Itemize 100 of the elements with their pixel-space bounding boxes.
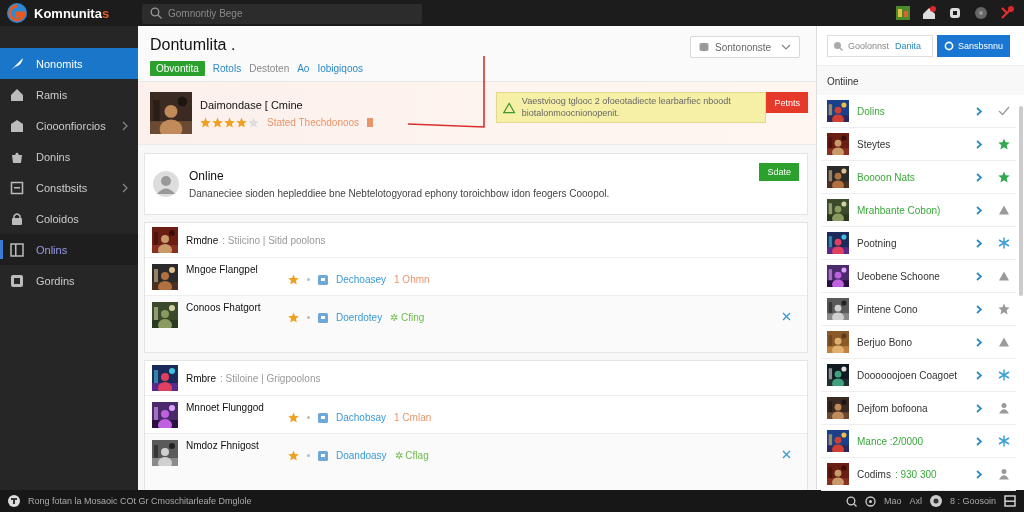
tab[interactable]: Iobigiqoos (317, 61, 364, 76)
chevron-icon[interactable] (976, 106, 982, 116)
star-icon (288, 274, 299, 285)
close-icon[interactable] (782, 450, 791, 459)
chat-icon (318, 412, 328, 423)
sidebar-item[interactable]: Onlins (0, 234, 138, 265)
home-icon[interactable] (922, 6, 936, 20)
warning-text: Vaestvioog tglooc 2 ofoeotadiecte learbarfiec nboodt biotalonmoocnionopenit. (521, 96, 732, 120)
section-heading: Ontiine (817, 66, 1024, 95)
close-icon[interactable] (782, 312, 791, 321)
star-icon (288, 412, 299, 423)
contact-item[interactable]: Dejfom bofoona (821, 392, 1016, 425)
sidebar-item[interactable]: Donins (0, 141, 138, 172)
contact-item[interactable]: Steytes (821, 128, 1016, 161)
chevron-icon[interactable] (976, 370, 982, 380)
contact-name: Ueobene Schoone (857, 270, 941, 282)
circle-icon[interactable] (864, 495, 876, 507)
item-name: Nmdoz Fhnigost (186, 440, 260, 451)
building-icon (10, 118, 24, 133)
contact-name: Dolins (857, 105, 886, 117)
avatar (153, 171, 179, 197)
app-tile-icon[interactable] (896, 6, 910, 20)
chevron-icon[interactable] (976, 238, 982, 248)
chevron-icon[interactable] (976, 403, 982, 413)
contact-item[interactable]: Berjuo Bono (821, 326, 1016, 359)
status-text: Rong fotan la Mosaoic COt Gr Cmoschitarleafe Dmglole (28, 496, 252, 506)
columns-icon (10, 242, 24, 257)
status-note: Stated Thechdonoos (267, 116, 360, 128)
sort-dropdown[interactable]: Sontononste (690, 36, 800, 58)
item-title: Daimondase [ Cmine (200, 98, 304, 111)
star-icon (288, 312, 299, 323)
contact-item[interactable]: Mance :2/0000 (821, 425, 1016, 458)
contact-item[interactable]: Ueobene Schoone (821, 260, 1016, 293)
item-link[interactable]: Doandoasy (336, 450, 387, 461)
item-name: Conoos Fhatgort (186, 302, 262, 313)
contact-name: Pootning (857, 237, 898, 249)
scrollbar[interactable] (1019, 106, 1023, 296)
search-icon (943, 41, 954, 51)
warning-icon (503, 100, 516, 115)
contact-item[interactable]: Pootning (821, 227, 1016, 260)
sidebar-item[interactable]: Nonomits (0, 48, 138, 79)
page-title: Dontumlita . (150, 36, 237, 54)
chevron-icon[interactable] (976, 172, 982, 182)
item-note: ✲ Cflag (394, 450, 429, 461)
card-title: Online (189, 169, 225, 183)
tab[interactable]: Obvontita (150, 61, 205, 76)
contact-item[interactable]: Boooon Nats (821, 161, 1016, 194)
group-title: Rmdne (186, 234, 219, 246)
chevron-icon[interactable] (976, 205, 982, 215)
home-icon (10, 87, 24, 102)
sidebar-item[interactable]: Ramis (0, 79, 138, 110)
chevron-icon[interactable] (976, 139, 982, 149)
contact-name: Steytes (857, 138, 892, 150)
chevron-icon[interactable] (976, 436, 982, 446)
panel-icon[interactable] (1004, 495, 1016, 507)
sidebar-item[interactable]: Gordins (0, 265, 138, 296)
item-note: 1 Cmlan (394, 412, 432, 423)
contact-name: Boooon Nats (857, 171, 916, 183)
contact-item[interactable]: Dolins (821, 95, 1016, 128)
filter-link[interactable]: Danita (895, 41, 921, 51)
caret-icon (781, 44, 791, 50)
star-icon (288, 450, 299, 461)
sidebar-item[interactable]: Coloidos (0, 203, 138, 234)
item-link[interactable]: Doerdotey (336, 312, 383, 323)
circle-icon[interactable] (974, 6, 988, 20)
contact-item[interactable]: Doooooojoen Coagoet (821, 359, 1016, 392)
square-icon (10, 273, 24, 288)
search-icon (833, 41, 843, 51)
item-link[interactable]: Dechoasey (336, 274, 387, 285)
search-button[interactable]: Sansbsnnu (936, 35, 1010, 57)
item-link[interactable]: Dachobsay (336, 412, 387, 423)
sort-icon (699, 42, 709, 52)
chat-icon (318, 450, 328, 461)
contact-item[interactable]: Mrahbante Cobon) (821, 194, 1016, 227)
group-subtitle: : Stiloine | Grigpoolons (220, 372, 321, 384)
chevron-icon[interactable] (976, 304, 982, 314)
chevron-icon[interactable] (976, 271, 982, 281)
chevron-icon[interactable] (976, 337, 982, 347)
group-subtitle: : Stiicino | Sitid poolons (222, 234, 326, 246)
item-name: Mngoe Flangpel (186, 264, 259, 275)
search-icon[interactable] (845, 495, 857, 507)
contact-name: Mance :2/0000 (857, 435, 925, 447)
chat-icon (318, 274, 328, 285)
search-field[interactable]: Gomnontiy Bege (142, 3, 422, 24)
app-name: Komnunitas (34, 5, 110, 21)
logo-icon (6, 2, 28, 24)
status-item: Mao (883, 496, 902, 506)
tab[interactable]: Rotols (212, 61, 242, 76)
globe-icon[interactable] (929, 495, 942, 507)
item-note: ✲ Cfing (390, 312, 425, 323)
tab[interactable]: Ao (297, 61, 310, 76)
chevron-icon (122, 182, 128, 193)
sidebar-item[interactable]: Constbsits (0, 172, 138, 203)
chevron-icon[interactable] (976, 469, 982, 479)
report-button[interactable]: Petnts (766, 92, 808, 113)
contact-item[interactable]: Pintene Cono (821, 293, 1016, 326)
sidebar-item[interactable]: Ciooonfiorcios (0, 110, 138, 141)
update-button[interactable]: Sdate (759, 163, 799, 181)
box-icon (10, 180, 24, 195)
item-name: Mnnoet Flunggod (186, 402, 265, 413)
